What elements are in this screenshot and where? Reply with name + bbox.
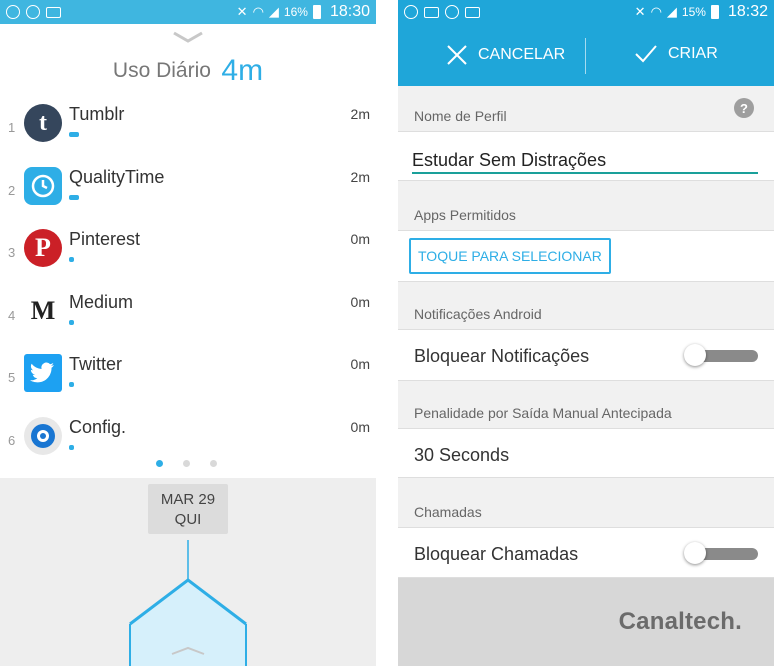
app-name: Tumblr [69,104,125,124]
pinterest-icon: P [24,229,62,267]
app-row-tumblr[interactable]: 1 t Tumblr 2m [0,104,376,166]
page-dot[interactable] [183,460,190,467]
qualitytime-status-icon [26,5,40,19]
app-rank: 5 [8,370,16,385]
block-calls-label: Bloquear Chamadas [414,544,579,564]
create-label: CRIAR [668,45,718,62]
toolbar-divider [585,38,586,74]
app-time: 2m [350,169,370,185]
medium-icon: M [24,292,62,330]
usage-bar [69,382,74,387]
usage-bar [69,257,74,262]
app-time: 0m [350,356,370,372]
mute-icon: ✕ [634,4,646,19]
signal-icon: ◢ [268,4,279,19]
calls-header: Chamadas [414,504,482,520]
daily-usage: Uso Diário 4m [0,54,376,88]
page-dot[interactable] [210,460,217,467]
left-screen: ✕ ◠ ◢ 16% 18:30 Uso Diário 4m 1 t Tumblr… [0,0,376,666]
usage-graph-shape [129,540,247,666]
signal-icon: ◢ [666,4,677,19]
cancel-label: CANCELAR [478,46,566,63]
penalty-value[interactable]: 30 Seconds [414,445,509,466]
app-name: Pinterest [69,229,141,249]
apps-allowed-header: Apps Permitidos [414,207,516,223]
battery-icon [710,5,719,19]
app-time: 0m [350,294,370,310]
app-rank: 4 [8,308,16,323]
select-apps-button[interactable]: TOQUE PARA SELECIONAR [409,238,611,274]
wifi-icon: ◠ [650,4,662,19]
help-icon[interactable]: ? [734,98,754,118]
battery-percent: 15% [681,5,706,19]
app-rank: 1 [8,120,16,135]
app-time: 2m [350,106,370,122]
app-row-pinterest[interactable]: 3 P Pinterest 0m [0,229,376,291]
profile-name-header: Nome de Perfil [414,108,507,124]
app-rank: 2 [8,183,16,198]
chevron-down-icon[interactable] [172,30,204,44]
app-name: Twitter [69,354,123,374]
page-indicator[interactable] [156,460,217,467]
status-bar: ✕ ◠ ◢ 15% 18:32 [398,0,774,24]
usage-bar [69,320,74,325]
tumblr-icon: t [24,104,62,142]
right-screen: ✕ ◠ ◢ 15% 18:32 CANCELAR CRIAR Nome de P… [398,0,774,666]
app-rank: 6 [8,433,16,448]
footer-area: Canaltech. [398,578,774,666]
profile-name-input[interactable] [412,148,758,174]
battery-icon [312,5,321,19]
app-row-config[interactable]: 6 Config. 0m [0,417,376,479]
canaltech-watermark: Canaltech. [618,608,742,635]
app-name: QualityTime [69,167,165,187]
page-dot-active[interactable] [156,460,163,467]
block-notifications-label: Bloquear Notificações [414,346,590,366]
usage-bar [69,132,79,137]
penalty-header: Penalidade por Saída Manual Antecipada [414,405,672,421]
app-name: Config. [69,417,127,437]
cancel-button[interactable]: CANCELAR [446,44,565,66]
notifications-header: Notificações Android [414,306,542,322]
calls-section: Bloquear Chamadas [398,527,774,578]
app-time: 0m [350,419,370,435]
clock: 18:30 [329,3,370,20]
app-row-medium[interactable]: 4 M Medium 0m [0,292,376,354]
app-name: Medium [69,292,134,312]
toggle-knob [684,542,706,564]
close-icon [447,45,467,65]
do-not-disturb-icon [404,5,418,19]
penalty-section[interactable]: 30 Seconds [398,428,774,478]
toggle-knob [684,344,706,366]
twitter-icon [24,354,62,392]
check-icon [635,45,657,63]
do-not-disturb-icon [6,5,20,19]
profile-name-section [398,131,774,181]
app-row-twitter[interactable]: 5 Twitter 0m [0,354,376,416]
notifications-section: Bloquear Notificações [398,329,774,381]
app-time: 0m [350,231,370,247]
qualitytime-icon [24,167,62,205]
app-row-qualitytime[interactable]: 2 QualityTime 2m [0,167,376,229]
app-rank: 3 [8,245,16,260]
voicemail-icon [465,6,480,18]
wifi-icon: ◠ [252,4,264,19]
block-calls-toggle[interactable] [684,542,758,564]
apps-allowed-section: TOQUE PARA SELECIONAR [398,230,774,282]
usage-bar [69,195,79,200]
settings-gear-icon [24,417,62,455]
usage-bar [69,445,74,450]
gallery-icon [424,6,439,18]
status-bar: ✕ ◠ ◢ 16% 18:30 [0,0,376,24]
voicemail-icon [46,6,61,18]
clock: 18:32 [727,3,768,20]
daily-usage-value: 4m [221,54,264,87]
battery-percent: 16% [283,5,308,19]
mute-icon: ✕ [236,4,248,19]
create-button[interactable]: CRIAR [634,44,718,64]
daily-usage-label: Uso Diário [112,59,211,82]
qualitytime-status-icon [445,5,459,19]
usage-graph[interactable]: MAR 29 QUI [0,478,376,666]
block-notifications-toggle[interactable] [684,344,758,366]
